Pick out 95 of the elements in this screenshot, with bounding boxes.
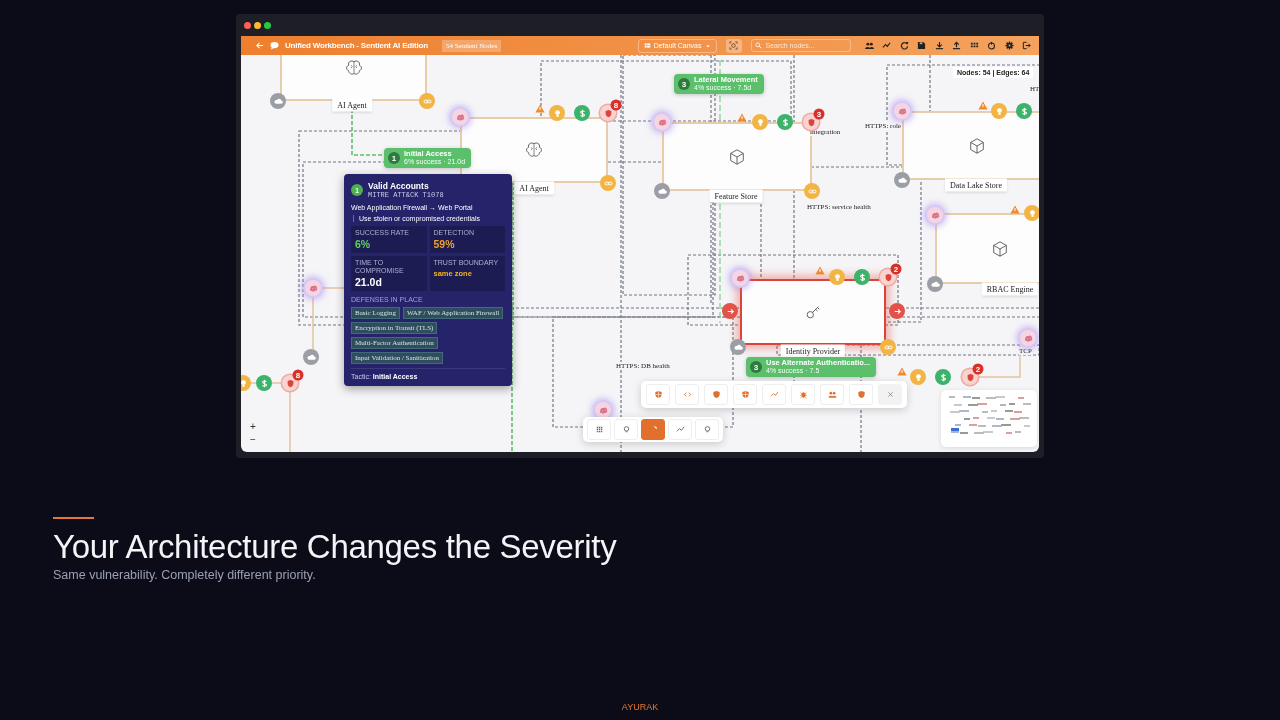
bulb-view-tab[interactable] <box>614 419 638 440</box>
trend-icon <box>675 425 685 434</box>
grid-icon <box>594 425 604 434</box>
bulb-icon <box>910 369 926 385</box>
grid-view-tab[interactable] <box>587 419 611 440</box>
focus-button[interactable] <box>725 38 742 53</box>
brain-icon <box>595 402 611 418</box>
alert-count: 8 <box>610 99 622 111</box>
node-label: Feature Store <box>709 189 763 203</box>
node-label: Data Lake Store <box>945 178 1007 192</box>
shield-icon <box>282 375 298 391</box>
footer-brand: AYURAK <box>621 702 659 712</box>
shield-icon <box>740 390 750 399</box>
cube-icon <box>728 147 746 166</box>
node-label: Identity Provider <box>780 344 846 358</box>
brain-outline-icon <box>525 141 543 159</box>
shield-button[interactable] <box>849 384 873 405</box>
zoom-out-button[interactable]: − <box>248 434 258 445</box>
people-icon <box>827 390 837 399</box>
shield-icon <box>600 105 616 121</box>
cube-icon <box>968 136 986 155</box>
search-icon <box>754 42 762 49</box>
people-icon[interactable] <box>864 41 874 50</box>
shield-button[interactable] <box>733 384 757 405</box>
people-button[interactable] <box>820 384 844 405</box>
back-icon[interactable] <box>255 41 264 50</box>
shield-icon <box>653 390 663 399</box>
shield-icon <box>856 390 866 399</box>
brain-icon <box>894 103 910 119</box>
close-window-button[interactable] <box>244 21 251 29</box>
connector-line <box>977 345 1021 378</box>
dollar-icon <box>256 375 272 391</box>
metric-value: 21.0d <box>355 276 383 288</box>
bug-icon <box>798 390 808 399</box>
bulb-icon <box>702 425 712 434</box>
download-icon[interactable] <box>934 41 944 50</box>
alert-count: 2 <box>890 263 902 275</box>
metric-value: 59% <box>433 238 456 250</box>
code-icon <box>682 390 692 399</box>
connector-line <box>250 382 283 384</box>
warning-icon <box>535 104 545 113</box>
zoom-in-button[interactable]: + <box>248 421 258 432</box>
shield-button[interactable] <box>704 384 728 405</box>
metric-value: 6% <box>355 238 372 250</box>
shield-view-tab[interactable] <box>641 419 665 440</box>
slide-subheading: Same vulnerability. Completely different priority. <box>53 567 316 583</box>
step-number: 3 <box>750 361 762 373</box>
caret-icon <box>704 42 711 49</box>
brain-outline-icon <box>344 59 363 77</box>
warning-icon <box>815 266 825 275</box>
grid-icon[interactable] <box>969 41 979 50</box>
slide-heading: Your Architecture Changes the Severity <box>53 527 617 567</box>
step-number: 3 <box>678 78 690 90</box>
shield-icon <box>711 390 721 399</box>
bulb-view-tab[interactable] <box>695 419 719 440</box>
app-title: Unified Workbench - Sentient AI Edition <box>285 41 428 50</box>
refresh-icon[interactable] <box>899 41 909 50</box>
shield-icon <box>962 369 978 385</box>
bulb-icon <box>621 425 631 434</box>
alert-count: 3 <box>813 108 825 120</box>
cube-icon <box>991 239 1009 258</box>
table-icon <box>643 42 651 49</box>
shield-icon <box>803 114 819 130</box>
chat-icon <box>270 41 279 50</box>
bug-button[interactable] <box>791 384 815 405</box>
settings-icon[interactable] <box>1004 41 1014 50</box>
node-label: AI Agent <box>332 98 372 112</box>
brain-icon <box>654 114 670 130</box>
node-label: RBAC Engine <box>981 282 1039 296</box>
focus-icon <box>729 41 738 50</box>
brain-icon <box>452 109 468 125</box>
trend-icon[interactable] <box>882 41 891 50</box>
alert-count: 2 <box>972 363 984 375</box>
close-icon <box>886 391 894 398</box>
connector-line <box>312 295 314 350</box>
shield-button[interactable] <box>646 384 670 405</box>
power-icon[interactable] <box>987 41 996 50</box>
dollar-icon <box>935 369 951 385</box>
minimize-window-button[interactable] <box>254 21 261 29</box>
logout-icon[interactable] <box>1022 41 1031 50</box>
brain-icon <box>1020 330 1036 346</box>
brain-icon <box>305 280 321 296</box>
alert-count: 8 <box>292 369 304 381</box>
node-label: AI Agent <box>514 181 554 195</box>
connector-line <box>289 390 291 452</box>
trend-icon <box>769 390 779 399</box>
maximize-window-button[interactable] <box>264 21 271 29</box>
brain-icon <box>732 270 748 286</box>
tooltip-title: Valid Accounts <box>368 181 430 191</box>
cloud-icon <box>303 349 319 365</box>
step-number: 1 <box>388 152 400 164</box>
save-icon[interactable] <box>917 41 926 50</box>
brain-icon <box>927 207 943 223</box>
upload-icon[interactable] <box>952 41 961 50</box>
warning-icon <box>897 367 907 376</box>
